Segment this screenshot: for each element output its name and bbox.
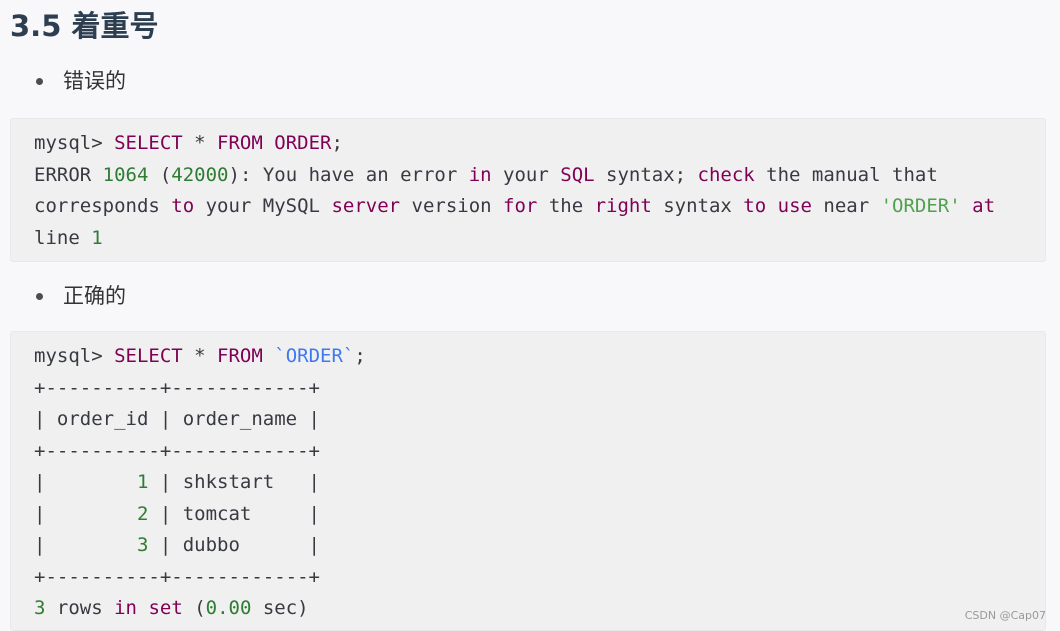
watermark: CSDN @Cap07 — [964, 609, 1046, 622]
code-line: mysql> SELECT * FROM `ORDER`; — [34, 341, 1045, 373]
code-token: version — [400, 195, 504, 217]
code-token: at — [972, 195, 996, 217]
code-token: 1064 — [102, 163, 149, 186]
code-token: 0.00 — [205, 597, 252, 619]
code-token: right — [594, 195, 652, 217]
code-token: * — [182, 132, 218, 154]
bullet-wrong: 错误的 — [36, 66, 126, 96]
code-token: `ORDER` — [274, 345, 355, 367]
code-token: line — [34, 226, 92, 249]
code-token: SQL — [560, 163, 595, 186]
code-token: your — [491, 163, 561, 186]
code-token: set — [148, 597, 183, 619]
code-line: | 2 | tomcat | — [34, 499, 1045, 531]
bullet-right: 正确的 — [36, 281, 126, 311]
bullet-dot-icon — [36, 292, 43, 300]
code-token: near — [811, 195, 881, 217]
code-block-wrong[interactable]: mysql> SELECT * FROM ORDER; ERROR 1064 (4… — [10, 118, 1046, 262]
code-line: | order_id | order_name | — [34, 404, 1045, 436]
code-token: ORDER — [274, 132, 332, 154]
code-line: corresponds to your MySQL server version… — [34, 191, 1045, 223]
code-token: ERROR — [34, 163, 103, 186]
code-line: | 3 | dubbo | — [34, 530, 1045, 562]
code-line: +----------+------------+ — [34, 373, 1045, 405]
bullet-dot-icon — [36, 77, 43, 85]
code-token: * — [182, 345, 218, 367]
code-token: syntax; — [594, 163, 698, 186]
code-token: | dubbo | — [148, 534, 320, 556]
code-line: line 1 — [34, 223, 1045, 255]
article-page: 3.5 着重号 错误的 mysql> SELECT * FROM ORDER; E… — [0, 0, 1060, 631]
code-token: 1 — [91, 226, 103, 249]
code-token: | tomcat | — [148, 502, 320, 525]
code-token: | — [34, 502, 137, 525]
code-token: +----------+------------+ — [34, 439, 320, 462]
code-token: SELECT — [114, 132, 183, 154]
code-token: syntax — [651, 195, 744, 217]
code-token: your MySQL — [194, 195, 332, 217]
code-line: | 1 | shkstart | — [34, 467, 1045, 499]
bullet-wrong-label: 错误的 — [63, 69, 126, 93]
code-token: ): You have an error — [228, 163, 469, 186]
code-token: | — [34, 471, 137, 493]
code-token: 42000 — [171, 163, 229, 186]
section-heading: 3.5 着重号 — [10, 9, 159, 43]
code-token: ; — [331, 132, 343, 154]
code-line: +----------+------------+ — [34, 436, 1045, 468]
code-token: mysql> — [34, 345, 115, 367]
code-token: corresponds — [34, 195, 172, 217]
code-token: for — [503, 195, 538, 217]
code-token: mysql> — [34, 132, 115, 154]
code-token: ( — [148, 163, 172, 186]
code-token: check — [697, 163, 755, 186]
code-line: mysql> SELECT * FROM ORDER; — [34, 128, 1045, 160]
code-token: | — [34, 534, 137, 556]
code-token: rows — [45, 597, 115, 619]
code-block-right[interactable]: mysql> SELECT * FROM `ORDER`; +----------… — [10, 331, 1046, 631]
code-token: 2 — [136, 502, 149, 525]
code-token: FROM — [217, 345, 263, 367]
code-token: server — [331, 195, 401, 217]
code-token: 'ORDER' — [880, 195, 961, 217]
code-token: sec) — [251, 597, 309, 619]
code-token: | order_id | order_name | — [34, 408, 320, 430]
code-token: in — [468, 163, 492, 186]
code-token: to — [171, 195, 195, 217]
code-token: in — [114, 597, 137, 619]
code-line: ERROR 1064 (42000): You have an error in… — [34, 160, 1045, 192]
code-token: FROM — [217, 132, 263, 154]
code-token: +----------+------------+ — [34, 565, 320, 588]
code-token: ( — [182, 597, 206, 619]
code-token: | shkstart | — [148, 471, 320, 493]
code-token: SELECT — [114, 345, 183, 367]
code-token: to — [743, 195, 767, 217]
code-token: the manual that — [754, 163, 938, 186]
code-token: the — [537, 195, 595, 217]
code-token: 3 — [136, 534, 149, 556]
code-line: 3 rows in set (0.00 sec) — [34, 593, 1045, 625]
code-token: ; — [354, 345, 366, 367]
code-token: 3 — [34, 597, 46, 619]
code-line: +----------+------------+ — [34, 562, 1045, 594]
code-token: +----------+------------+ — [34, 376, 320, 399]
bullet-right-label: 正确的 — [63, 284, 126, 308]
code-token: use — [777, 195, 812, 217]
code-token: 1 — [136, 471, 149, 493]
